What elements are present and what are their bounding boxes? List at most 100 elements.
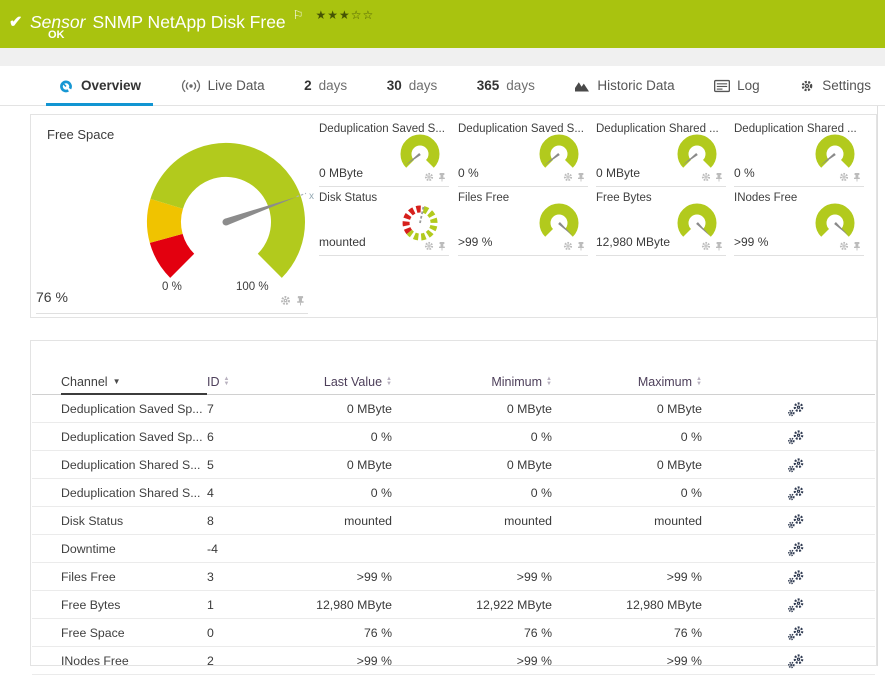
free-space-value: 76 % — [36, 289, 68, 305]
maximum-value: >99 % — [552, 654, 702, 668]
tab-historic-data[interactable]: Historic Data — [562, 66, 686, 105]
pin-icon[interactable] — [852, 172, 862, 182]
maximum-value: >99 % — [552, 570, 702, 584]
channel-settings-icon[interactable] — [787, 429, 805, 445]
tab-settings[interactable]: Settings — [787, 66, 883, 105]
channel-name[interactable]: Deduplication Shared S... — [32, 458, 207, 472]
channel-settings-icon[interactable] — [787, 513, 805, 529]
gear-icon — [799, 79, 815, 93]
gauge-card-inodes-free: INodes Free >99 % — [734, 192, 864, 256]
gauge-scale-min: 0 % — [162, 281, 182, 293]
last-value: 0 MByte — [292, 458, 392, 472]
gear-icon[interactable] — [839, 241, 849, 251]
channel-name[interactable]: Downtime — [32, 542, 207, 556]
gauge-value: 0 MByte — [596, 166, 640, 180]
rating-stars[interactable]: ★★★☆☆ — [315, 8, 374, 22]
column-channel[interactable]: Channel▼ — [32, 375, 207, 389]
live-data-icon — [181, 79, 201, 93]
gauge-title: Deduplication Shared ... — [734, 123, 857, 135]
gauge-title: Files Free — [458, 192, 509, 204]
pin-icon[interactable] — [852, 241, 862, 251]
pin-icon[interactable] — [576, 172, 586, 182]
channel-settings-icon[interactable] — [787, 401, 805, 417]
minimum-value: 12,922 MByte — [392, 598, 552, 612]
channel-settings-icon[interactable] — [787, 541, 805, 557]
pin-icon[interactable] — [437, 172, 447, 182]
gauge-card-dedup-saved-pct: Deduplication Saved S... 0 % — [458, 123, 588, 187]
channel-name[interactable]: Files Free — [32, 570, 207, 584]
channel-id: 2 — [207, 654, 292, 668]
minimum-value: 76 % — [392, 626, 552, 640]
tab-live-data[interactable]: Live Data — [169, 66, 277, 105]
priority-flag-icon[interactable]: ⚐ — [293, 8, 304, 22]
gear-icon[interactable] — [424, 241, 434, 251]
gauge-card-dedup-shared-pct: Deduplication Shared ... 0 % — [734, 123, 864, 187]
gauge-title: Deduplication Shared ... — [596, 123, 719, 135]
maximum-value: 12,980 MByte — [552, 598, 702, 612]
column-maximum[interactable]: Maximum▲▼ — [552, 375, 702, 389]
gauge-card-dedup-shared-space: Deduplication Shared ... 0 MByte — [596, 123, 726, 187]
column-id[interactable]: ID▲▼ — [207, 375, 292, 389]
tab-overview[interactable]: Overview — [46, 66, 153, 105]
channel-settings-icon[interactable] — [787, 569, 805, 585]
channel-settings-icon[interactable] — [787, 625, 805, 641]
pin-icon[interactable] — [295, 295, 306, 306]
gear-icon[interactable] — [563, 172, 573, 182]
channel-name[interactable]: Free Space — [32, 626, 207, 640]
channel-id: 1 — [207, 598, 292, 612]
channel-name[interactable]: Deduplication Shared S... — [32, 486, 207, 500]
table-row: INodes Free 2 >99 % >99 % >99 % — [32, 647, 875, 675]
channel-settings-icon[interactable] — [787, 485, 805, 501]
pin-icon[interactable] — [576, 241, 586, 251]
channel-id: 4 — [207, 486, 292, 500]
sensor-header-bar: ✔ SensorSNMP NetApp Disk Free⚐★★★☆☆ OK — [0, 0, 885, 48]
tab-label: Overview — [81, 78, 141, 93]
column-last-value[interactable]: Last Value▲▼ — [292, 375, 392, 389]
table-header: Channel▼ ID▲▼ Last Value▲▼ Minimum▲▼ Max… — [32, 369, 875, 395]
gear-icon[interactable] — [839, 172, 849, 182]
pin-icon[interactable] — [437, 241, 447, 251]
scrollbar-track[interactable] — [877, 106, 878, 666]
minimum-value: 0 % — [392, 486, 552, 500]
gear-icon[interactable] — [701, 241, 711, 251]
column-minimum[interactable]: Minimum▲▼ — [392, 375, 552, 389]
channel-name[interactable]: Deduplication Saved Sp... — [32, 430, 207, 444]
channel-name[interactable]: Free Bytes — [32, 598, 207, 612]
tab-365-days[interactable]: 365 days — [465, 66, 547, 105]
pin-icon[interactable] — [714, 241, 724, 251]
gear-icon[interactable] — [563, 241, 573, 251]
gauges-panel: Free Space x 76 % 0 % 100 % Deduplicatio… — [30, 114, 877, 318]
channels-table-panel: Channel▼ ID▲▼ Last Value▲▼ Minimum▲▼ Max… — [30, 340, 877, 666]
gauge-title: Deduplication Saved S... — [319, 123, 445, 135]
channel-settings-icon[interactable] — [787, 457, 805, 473]
channel-id: 0 — [207, 626, 292, 640]
channel-id: 8 — [207, 514, 292, 528]
gauge-card-disk-status: Disk Status mounted — [319, 192, 449, 256]
minimum-value: >99 % — [392, 654, 552, 668]
maximum-value: 0 MByte — [552, 458, 702, 472]
channel-id: 6 — [207, 430, 292, 444]
tab-label: Settings — [822, 78, 871, 93]
gauge-title: Free Bytes — [596, 192, 652, 204]
last-value: 0 MByte — [292, 402, 392, 416]
channel-name[interactable]: Deduplication Saved Sp... — [32, 402, 207, 416]
channel-name[interactable]: Disk Status — [32, 514, 207, 528]
last-value: mounted — [292, 514, 392, 528]
sort-icon: ▲▼ — [696, 377, 702, 387]
table-row: Free Space 0 76 % 76 % 76 % — [32, 619, 875, 647]
maximum-value: 0 % — [552, 430, 702, 444]
tab-30-days[interactable]: 30 days — [375, 66, 450, 105]
tab-2-days[interactable]: 2 days — [292, 66, 359, 105]
pin-icon[interactable] — [714, 172, 724, 182]
channel-id: 3 — [207, 570, 292, 584]
gauge-value: mounted — [319, 235, 366, 249]
channel-settings-icon[interactable] — [787, 653, 805, 669]
channel-settings-icon[interactable] — [787, 597, 805, 613]
channel-name[interactable]: INodes Free — [32, 654, 207, 668]
gear-icon[interactable] — [424, 172, 434, 182]
gear-icon[interactable] — [280, 295, 291, 306]
gauge-title: Disk Status — [319, 192, 377, 204]
gear-icon[interactable] — [701, 172, 711, 182]
header-divider-strip — [0, 48, 885, 66]
tab-log[interactable]: Log — [702, 66, 772, 105]
